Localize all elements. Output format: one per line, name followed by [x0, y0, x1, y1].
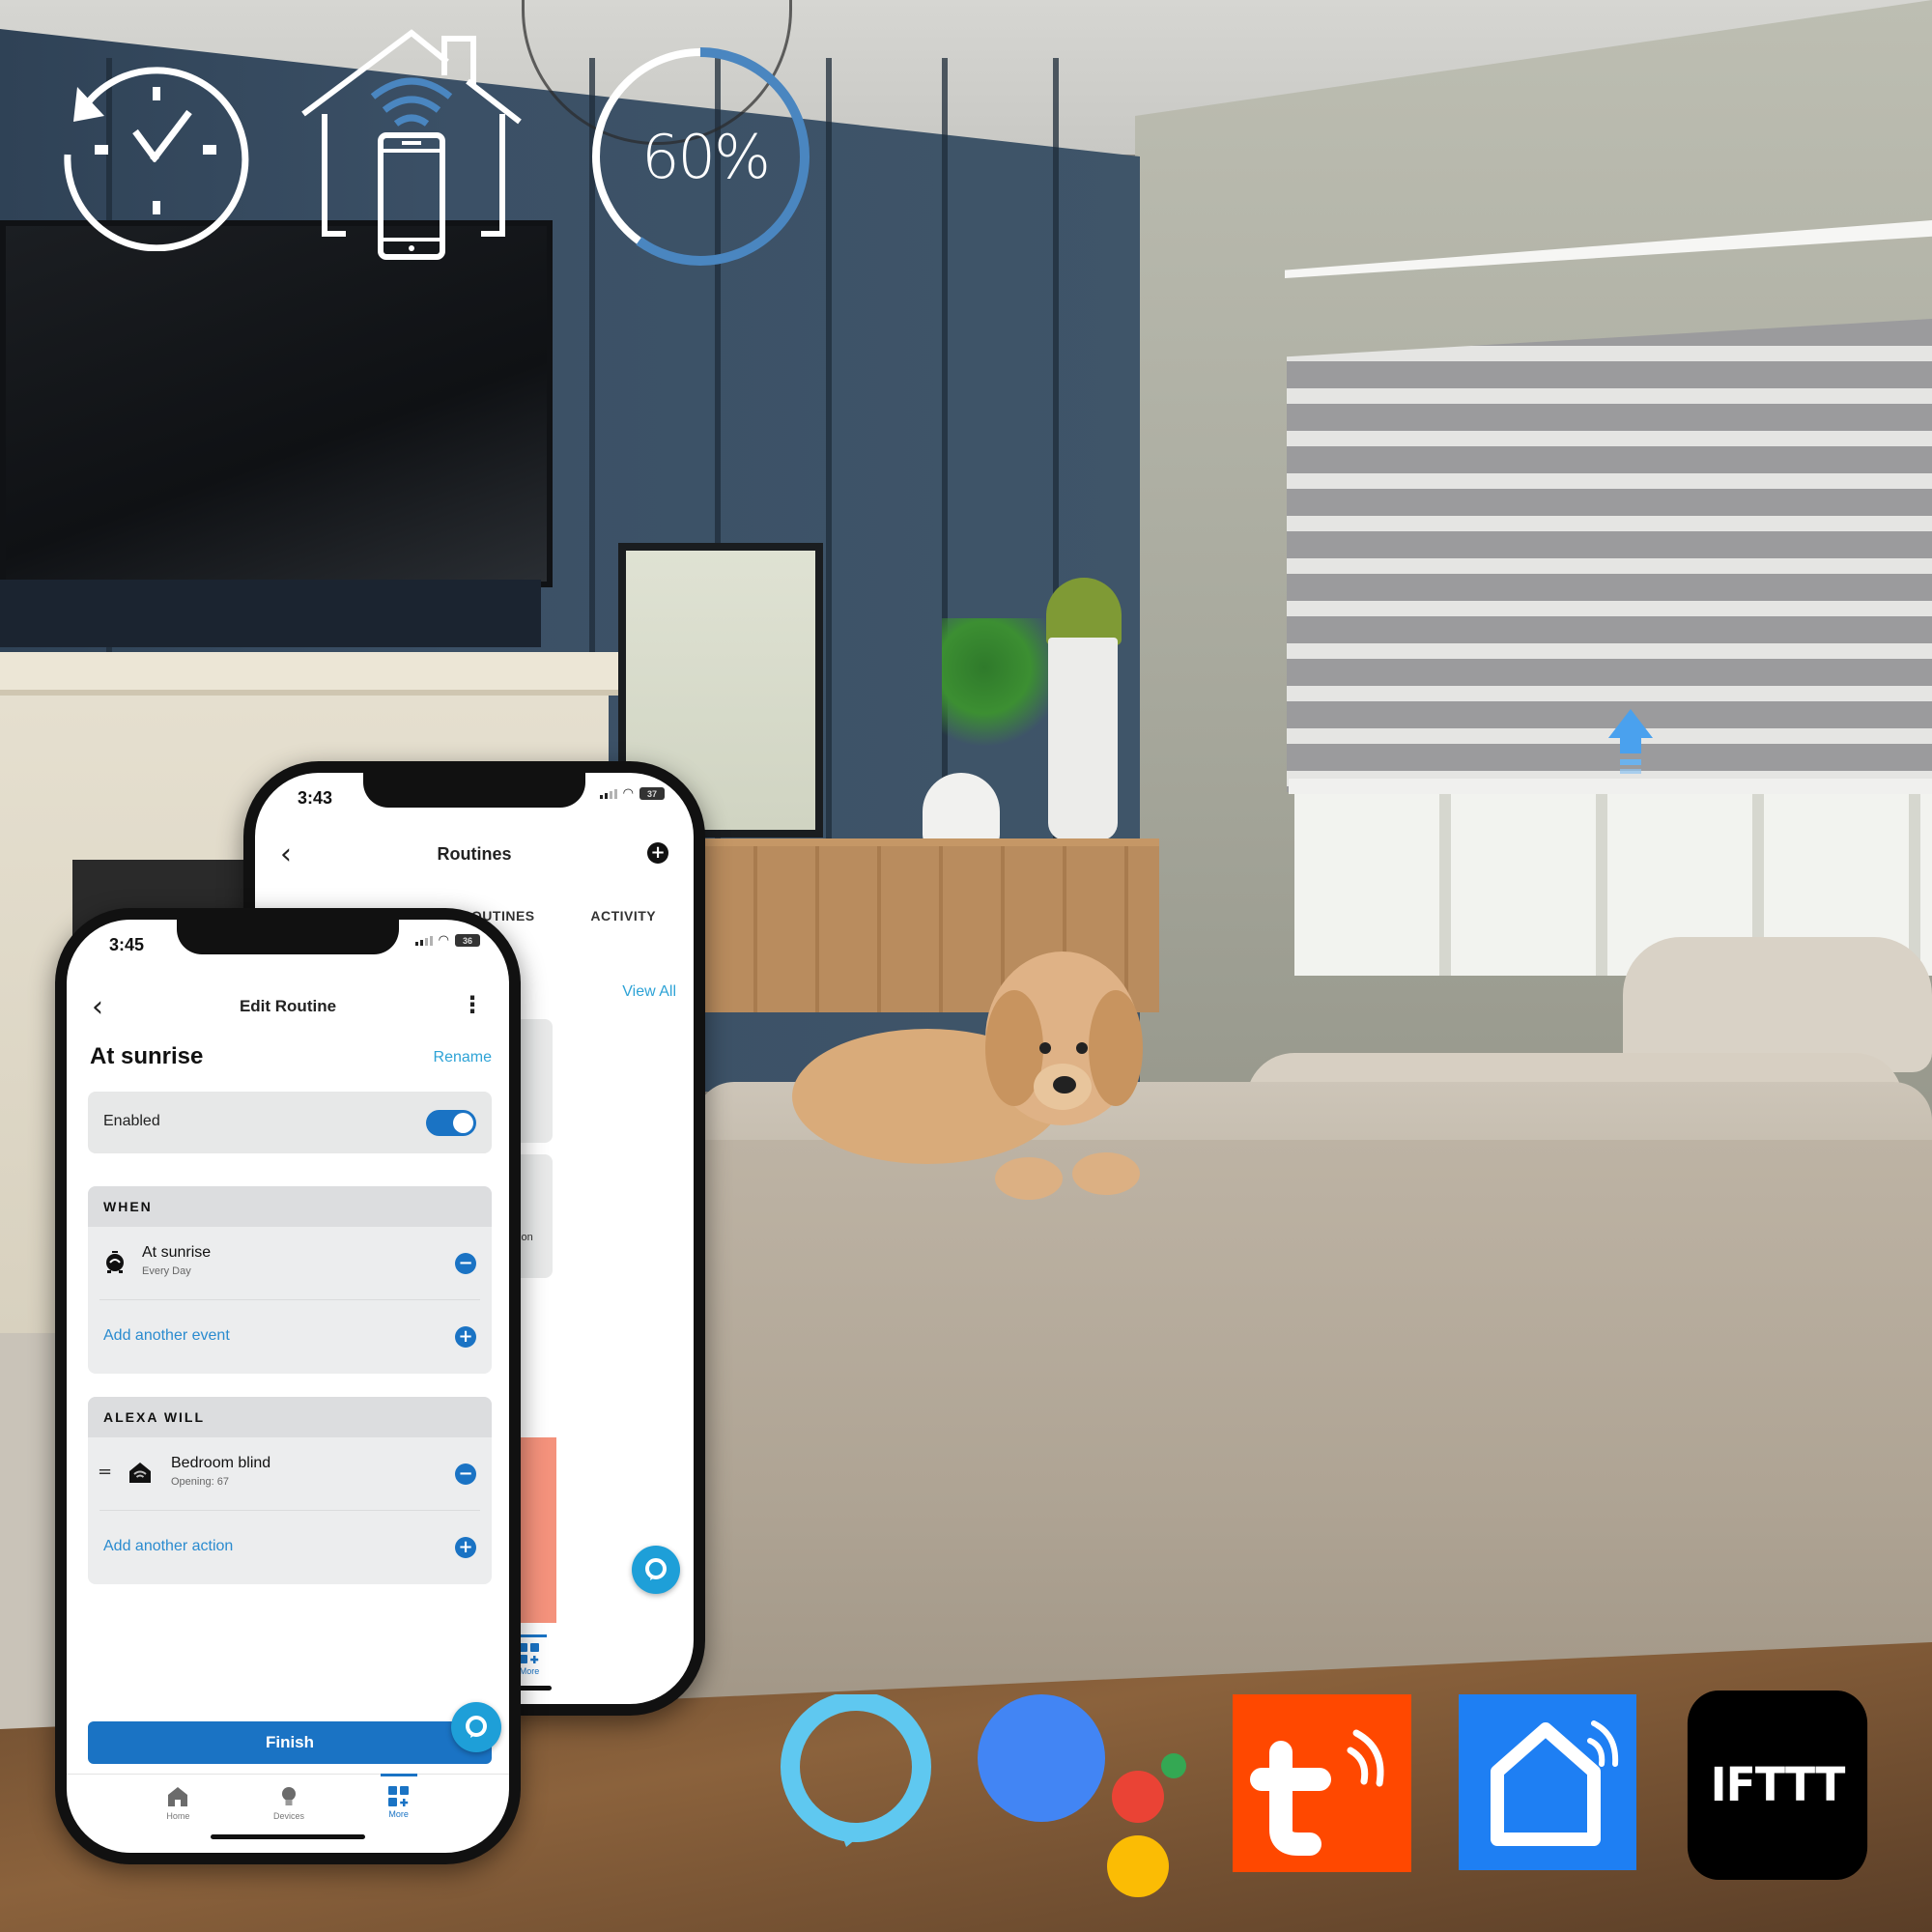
- add-action-row[interactable]: Add another action +: [99, 1511, 480, 1584]
- phone-notch: [363, 773, 585, 808]
- trigger-row[interactable]: At sunrise Every Day −: [99, 1227, 480, 1300]
- add-action-link[interactable]: Add another action: [103, 1538, 233, 1555]
- progress-percentage: 60%: [641, 121, 771, 192]
- action-subtitle: Opening: 67: [171, 1476, 229, 1488]
- bottom-nav: Home Devices More: [67, 1774, 509, 1841]
- ifttt-logo: IFTTT: [1687, 1690, 1868, 1880]
- nav-label: More: [388, 1809, 409, 1819]
- active-indicator: [380, 1774, 417, 1776]
- page-title: Edit Routine: [239, 997, 337, 1015]
- home-indicator: [211, 1834, 365, 1839]
- smart-home-icon: [129, 1463, 151, 1483]
- phone-notch: [177, 920, 399, 954]
- view-all-link[interactable]: View All: [622, 983, 676, 1001]
- page-title: Routines: [437, 844, 512, 864]
- clock-timer-icon: [64, 67, 249, 251]
- vase: [1048, 638, 1118, 840]
- enabled-row: Enabled: [88, 1092, 492, 1153]
- status-icons: ◠ 36: [414, 933, 480, 948]
- grid-plus-icon: [387, 1786, 409, 1806]
- plant: [942, 618, 1048, 782]
- nav-more[interactable]: More: [380, 1774, 417, 1841]
- television: [0, 220, 553, 587]
- add-action-button[interactable]: +: [455, 1537, 476, 1558]
- wifi-icon: ◠: [438, 933, 449, 948]
- when-group: WHEN At sunrise Every Day − Add another …: [88, 1186, 492, 1374]
- alarm-clock-icon: [106, 1251, 124, 1273]
- lightbulb-icon: [282, 1787, 296, 1805]
- wall-panel-line: [826, 58, 832, 927]
- actions-group: ALEXA WILL = Bedroom blind Opening: 67 −…: [88, 1397, 492, 1584]
- add-event-button[interactable]: +: [455, 1326, 476, 1348]
- battery-icon: 36: [455, 934, 480, 947]
- routine-name: At sunrise: [90, 1043, 204, 1069]
- dog: [792, 952, 1143, 1200]
- alexa-icon: [466, 1716, 487, 1738]
- remove-action-button[interactable]: −: [455, 1463, 476, 1485]
- home-icon: [168, 1787, 188, 1806]
- rename-link[interactable]: Rename: [434, 1049, 492, 1066]
- remove-trigger-button[interactable]: −: [455, 1253, 476, 1274]
- more-vertical-icon[interactable]: ⋮: [461, 993, 484, 1016]
- trigger-title: At sunrise: [142, 1244, 212, 1261]
- home-phone-wifi-icon: [301, 29, 522, 260]
- smart-life-logo: [1459, 1694, 1636, 1870]
- battery-icon: 37: [639, 787, 665, 800]
- actions-heading: ALEXA WILL: [88, 1397, 492, 1437]
- tuya-logo-icon: [1250, 1729, 1384, 1856]
- nav-home[interactable]: Home: [166, 1775, 189, 1841]
- routines-header: ‹ Routines +: [255, 837, 694, 875]
- edit-routine-header: ‹ Edit Routine ⋮: [67, 989, 509, 1028]
- nav-label: Devices: [273, 1811, 305, 1821]
- add-event-row[interactable]: Add another event +: [99, 1300, 480, 1374]
- status-time: 3:45: [109, 935, 145, 954]
- when-heading: WHEN: [88, 1186, 492, 1227]
- signal-icon: [599, 788, 617, 799]
- signal-icon: [414, 935, 433, 946]
- blind-bottom-rail: [1289, 779, 1932, 794]
- phone-edit-routine: 3:45 ◠ 36 ‹ Edit Routine ⋮ At sunrise Re…: [55, 908, 521, 1864]
- moss-ball: [1046, 578, 1122, 645]
- toggle-knob: [453, 1113, 473, 1133]
- tuya-logo: [1233, 1694, 1411, 1872]
- smart-life-logo-icon: [1491, 1720, 1619, 1846]
- status-time: 3:43: [298, 788, 333, 808]
- finish-button[interactable]: Finish: [88, 1721, 492, 1764]
- fireplace-mantel: [0, 652, 618, 696]
- alexa-button[interactable]: [451, 1702, 501, 1752]
- up-arrow-icon: [1608, 709, 1653, 774]
- enabled-toggle[interactable]: [426, 1110, 476, 1136]
- add-event-link[interactable]: Add another event: [103, 1327, 230, 1345]
- action-row[interactable]: = Bedroom blind Opening: 67 −: [98, 1437, 480, 1511]
- progress-ring: 60%: [584, 41, 816, 272]
- tv-base: [0, 580, 541, 647]
- nav-label: Home: [166, 1811, 190, 1821]
- alexa-icon: [645, 1558, 667, 1580]
- edit-routine-screen: 3:45 ◠ 36 ‹ Edit Routine ⋮ At sunrise Re…: [67, 920, 509, 1853]
- action-title: Bedroom blind: [171, 1455, 271, 1471]
- nav-devices[interactable]: Devices: [273, 1775, 304, 1841]
- enabled-label: Enabled: [103, 1113, 160, 1129]
- plus-circle-icon[interactable]: +: [647, 842, 668, 864]
- alexa-button[interactable]: [632, 1546, 680, 1594]
- alexa-logo-icon: [781, 1694, 931, 1847]
- grid-plus-icon: [519, 1643, 539, 1663]
- google-assistant-logo-icon: [978, 1694, 1186, 1897]
- sofa-pillow: [1623, 937, 1932, 1072]
- wifi-icon: ◠: [622, 786, 634, 801]
- status-icons: ◠ 37: [599, 786, 665, 801]
- nav-label: More: [519, 1666, 540, 1676]
- trigger-subtitle: Every Day: [142, 1265, 191, 1277]
- drag-handle-icon[interactable]: =: [98, 1463, 112, 1481]
- tab-activity[interactable]: ACTIVITY: [590, 908, 656, 923]
